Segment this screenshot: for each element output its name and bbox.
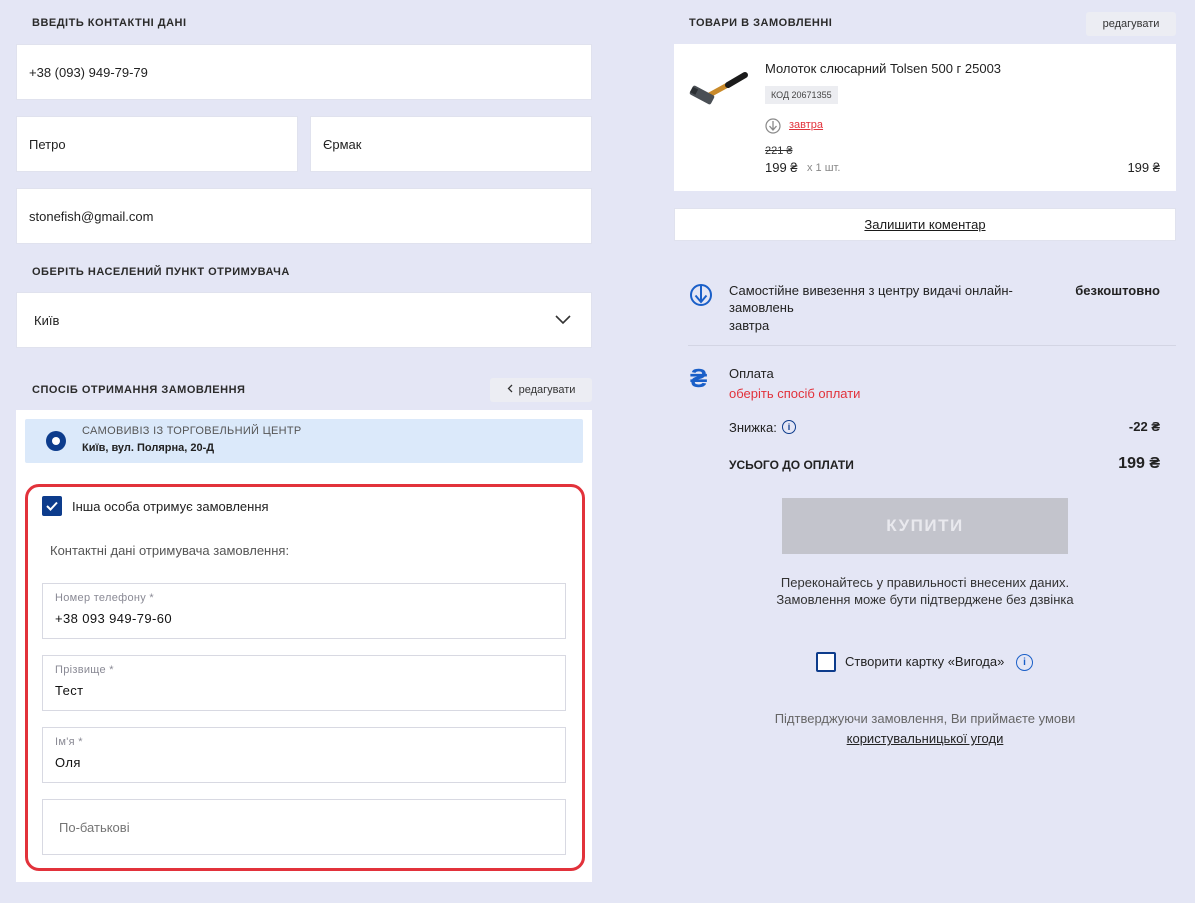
discount-label: Знижка:: [729, 420, 777, 435]
payment-label: Оплата: [729, 366, 774, 381]
delivery-edit-label: редагувати: [518, 384, 576, 396]
pickup-location-icon: [689, 282, 713, 313]
city-section-title: ОБЕРІТЬ НАСЕЛЕНИЙ ПУНКТ ОТРИМУВАЧА: [32, 266, 290, 278]
chevron-left-icon: [507, 384, 513, 396]
recipient-name-value: Оля: [55, 755, 81, 770]
terms-note: Підтверджуючи замовлення, Ви приймаєте у…: [674, 709, 1176, 749]
product-name[interactable]: Молоток слюсарний Tolsen 500 г 25003: [765, 61, 1001, 76]
recipient-name-label: Ім'я *: [55, 736, 83, 748]
confirmation-note: Переконайтесь у правильності внесених да…: [674, 574, 1176, 608]
item-price: 199 ₴: [765, 160, 798, 175]
phone-field[interactable]: [16, 44, 592, 100]
item-total: 199 ₴: [1127, 160, 1160, 175]
recipient-phone-field[interactable]: Номер телефону * +38 093 949-79-60: [42, 583, 566, 639]
recipient-surname-value: Тест: [55, 683, 84, 698]
pickup-summary-when: завтра: [729, 318, 770, 333]
recipient-surname-label: Прізвище *: [55, 664, 114, 676]
hammer-product-image[interactable]: [688, 68, 750, 119]
buy-button[interactable]: КУПИТИ: [782, 498, 1068, 554]
create-card-label: Створити картку «Вигода»: [845, 654, 1005, 669]
pickup-cost: безкоштовно: [1075, 283, 1160, 298]
email-input[interactable]: [29, 208, 591, 224]
card-info-icon[interactable]: i: [1016, 654, 1033, 671]
phone-input[interactable]: [29, 64, 591, 80]
discount-info-icon[interactable]: i: [782, 420, 796, 434]
first-name-field[interactable]: [16, 116, 298, 172]
terms-link[interactable]: користувальницької угоди: [847, 731, 1004, 746]
pickup-option-address: Київ, вул. Полярна, 20-Д: [82, 442, 215, 454]
hryvnia-icon: ₴: [690, 363, 708, 393]
city-select[interactable]: Київ: [16, 292, 592, 348]
delivery-edit-button[interactable]: редагувати: [490, 378, 592, 402]
other-recipient-label: Інша особа отримує замовлення: [72, 499, 269, 514]
delivery-section-title: СПОСІБ ОТРИМАННЯ ЗАМОВЛЕННЯ: [32, 384, 246, 396]
pickup-option-title: САМОВИВІЗ ІЗ ТОРГОВЕЛЬНИЙ ЦЕНТР: [82, 425, 302, 437]
first-name-input[interactable]: [29, 136, 297, 152]
old-price: 221 ₴: [765, 145, 793, 157]
total-label: УСЬОГО ДО ОПЛАТИ: [729, 458, 854, 472]
check-icon: [46, 501, 58, 511]
order-edit-label: редагувати: [1102, 18, 1160, 30]
terms-line: Підтверджуючи замовлення, Ви приймаєте у…: [774, 711, 1076, 726]
payment-choose-link[interactable]: оберіть спосіб оплати: [729, 386, 860, 401]
email-field[interactable]: [16, 188, 592, 244]
recipient-patronymic-input[interactable]: [59, 819, 553, 835]
buy-button-label: КУПИТИ: [886, 516, 964, 535]
recipient-phone-value: +38 093 949-79-60: [55, 611, 173, 626]
recipient-subtitle: Контактні дані отримувача замовлення:: [50, 543, 290, 558]
last-name-input[interactable]: [323, 136, 591, 152]
pickup-summary-text: Самостійне вивезення з центру видачі онл…: [729, 283, 1013, 315]
order-item-card: Молоток слюсарний Tolsen 500 г 25003 КОД…: [674, 44, 1176, 191]
radio-selected-icon[interactable]: [46, 431, 66, 451]
pickup-option[interactable]: САМОВИВІЗ ІЗ ТОРГОВЕЛЬНИЙ ЦЕНТР Київ, ву…: [25, 419, 583, 463]
summary-divider: [688, 345, 1176, 346]
product-code-badge: КОД 20671355: [765, 86, 838, 104]
order-section-title: ТОВАРИ В ЗАМОВЛЕННІ: [689, 17, 833, 29]
delivery-pin-icon: [765, 118, 781, 139]
recipient-phone-label: Номер телефону *: [55, 592, 154, 604]
order-edit-button[interactable]: редагувати: [1086, 12, 1176, 36]
confirmation-note-line2: Замовлення може бути підтверджене без дз…: [776, 592, 1074, 607]
create-card-checkbox[interactable]: [816, 652, 836, 672]
delivery-when-link[interactable]: завтра: [789, 119, 823, 131]
item-quantity: x 1 шт.: [807, 162, 841, 174]
leave-comment-label: Залишити коментар: [864, 217, 986, 232]
recipient-name-field[interactable]: Ім'я * Оля: [42, 727, 566, 783]
other-recipient-checkbox[interactable]: [42, 496, 62, 516]
chevron-down-icon: [555, 313, 571, 328]
confirmation-note-line1: Переконайтесь у правильності внесених да…: [780, 575, 1070, 590]
contact-section-title: ВВЕДІТЬ КОНТАКТНІ ДАНІ: [32, 17, 187, 29]
recipient-surname-field[interactable]: Прізвище * Тест: [42, 655, 566, 711]
recipient-patronymic-field[interactable]: [42, 799, 566, 855]
last-name-field[interactable]: [310, 116, 592, 172]
city-select-value: Київ: [34, 312, 60, 328]
total-value: 199 ₴: [1118, 455, 1160, 472]
discount-value: -22 ₴: [1128, 419, 1160, 434]
leave-comment-button[interactable]: Залишити коментар: [674, 208, 1176, 241]
